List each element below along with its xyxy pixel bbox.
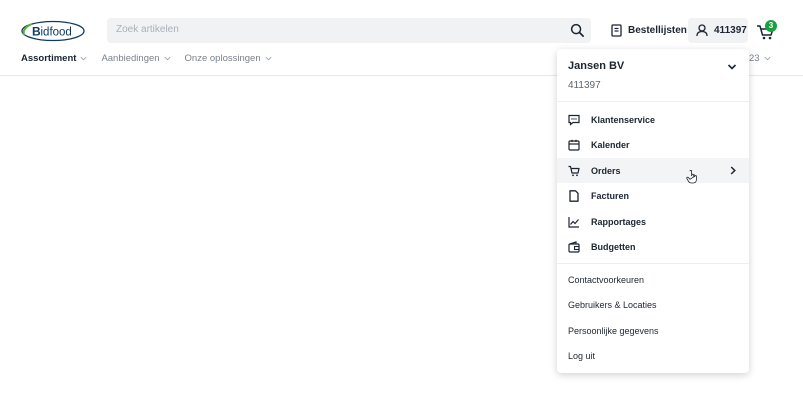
chevron-down-icon	[164, 56, 170, 61]
calendar-icon	[568, 139, 580, 151]
main-nav: Assortiment Aanbiedingen Onze oplossinge…	[21, 53, 272, 64]
account-dropdown: Jansen BV 411397 Klantenservice Kalender…	[557, 49, 749, 373]
menu-item-facturen[interactable]: Facturen	[557, 183, 749, 208]
user-icon	[696, 24, 708, 37]
account-button[interactable]: 411397	[688, 18, 748, 43]
hand-cursor-icon	[686, 170, 697, 184]
chevron-down-icon	[265, 56, 272, 61]
nav-item-partial-label: 23	[749, 53, 760, 64]
svg-text:idfood: idfood	[41, 27, 72, 39]
menu-item-label: Rapportages	[591, 216, 647, 227]
menu-item-budgetten[interactable]: Budgetten	[557, 234, 749, 259]
menu-item-kalender[interactable]: Kalender	[557, 132, 749, 157]
chevron-down-icon	[81, 56, 87, 61]
search-placeholder: Zoek artikelen	[116, 24, 179, 35]
wallet-icon	[568, 240, 580, 253]
chart-icon	[568, 216, 579, 228]
search-input[interactable]: Zoek artikelen	[107, 18, 591, 43]
logout-link[interactable]: Log uit	[568, 351, 595, 361]
menu-item-label: Budgetten	[591, 241, 636, 252]
menu-divider	[557, 263, 749, 264]
nav-item-partial[interactable]: 23	[749, 53, 771, 64]
nav-item-label: Aanbiedingen	[101, 53, 160, 64]
bidfood-logo[interactable]: B idfood	[20, 20, 86, 42]
account-number: 411397	[714, 25, 747, 36]
menu-item-orders[interactable]: Orders	[557, 158, 749, 183]
menu-link-persoonlijke-gegevens[interactable]: Persoonlijke gegevens	[568, 326, 659, 336]
chat-icon	[568, 114, 580, 126]
menu-link-contactvoorkeuren[interactable]: Contactvoorkeuren	[568, 275, 644, 285]
account-dropdown-header[interactable]: Jansen BV 411397	[557, 49, 749, 102]
chevron-right-icon	[730, 166, 736, 175]
order-lists-label: Bestellijsten	[628, 25, 687, 36]
nav-item-assortiment[interactable]: Assortiment	[21, 53, 87, 64]
order-lists-button[interactable]: Bestellijsten	[611, 18, 687, 43]
nav-item-label: Onze oplossingen	[184, 53, 261, 64]
menu-link-gebruikers-locaties[interactable]: Gebruikers & Locaties	[568, 300, 657, 310]
account-number-label: 411397	[568, 80, 601, 91]
menu-item-label: Facturen	[591, 190, 630, 201]
menu-item-label: Klantenservice	[591, 114, 656, 125]
menu-item-label: Kalender	[591, 139, 630, 150]
nav-item-aanbiedingen[interactable]: Aanbiedingen	[101, 53, 170, 64]
nav-item-label: Assortiment	[21, 53, 77, 64]
menu-item-klantenservice[interactable]: Klantenservice	[557, 107, 749, 132]
company-name: Jansen BV	[568, 60, 625, 72]
search-icon[interactable]	[570, 23, 585, 38]
cart-icon	[568, 165, 580, 176]
document-icon	[569, 189, 579, 202]
menu-item-rapportages[interactable]: Rapportages	[557, 209, 749, 234]
menu-item-label: Orders	[591, 165, 621, 176]
cart-count-badge: 3	[765, 20, 777, 32]
nav-item-onze-oplossingen[interactable]: Onze oplossingen	[185, 53, 272, 64]
chevron-down-icon[interactable]	[727, 63, 737, 71]
clipboard-icon	[611, 24, 622, 37]
chevron-down-icon	[764, 56, 771, 61]
